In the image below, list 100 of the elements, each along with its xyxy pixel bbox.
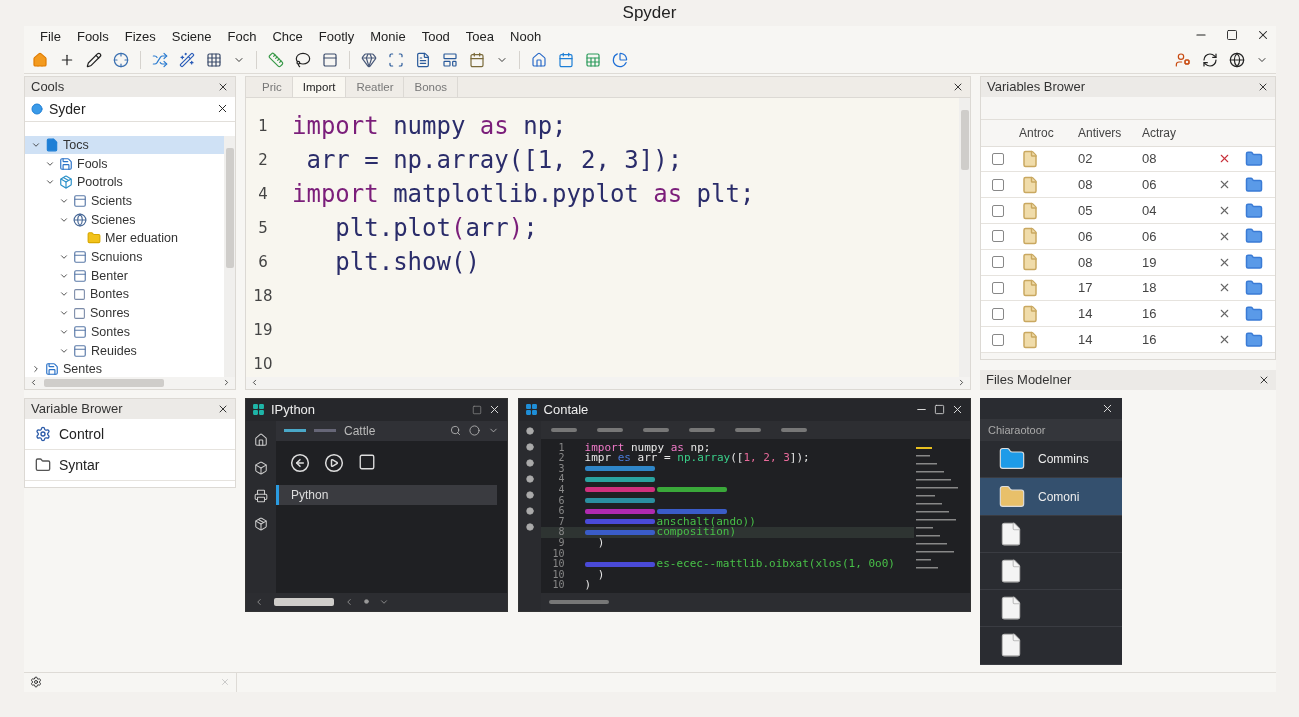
editor-tab[interactable]: Import — [292, 76, 347, 97]
package-icon[interactable] — [254, 516, 268, 531]
scroll-right-icon[interactable] — [222, 378, 231, 388]
restore-icon[interactable] — [471, 404, 482, 415]
tree-item[interactable]: Reuides — [25, 341, 224, 360]
toolbar-item-drawing[interactable] — [550, 427, 577, 432]
tree-item[interactable]: Sentes — [25, 359, 224, 379]
menu-item[interactable]: Footly — [310, 29, 363, 45]
wand-icon[interactable] — [179, 51, 195, 68]
globe-icon[interactable] — [1229, 51, 1245, 68]
printer-icon[interactable] — [254, 488, 268, 503]
menu-item[interactable]: Chce — [264, 29, 311, 45]
home-icon[interactable] — [531, 51, 547, 68]
folder-icon[interactable] — [1245, 253, 1263, 272]
spreadsheet-icon[interactable] — [585, 51, 601, 68]
expand-caret-icon[interactable] — [59, 196, 69, 206]
close-icon[interactable] — [1256, 28, 1270, 42]
checkbox[interactable] — [992, 256, 1004, 269]
list-item[interactable]: Syntar — [25, 449, 235, 481]
search-icon[interactable] — [449, 425, 461, 437]
folder-icon[interactable] — [1245, 227, 1263, 246]
play-icon[interactable] — [324, 452, 344, 473]
shuffle-icon[interactable] — [152, 51, 168, 68]
calendar-icon[interactable] — [558, 51, 574, 68]
checkbox[interactable] — [992, 153, 1004, 165]
tree-item[interactable]: Fools — [25, 154, 224, 173]
folder-icon[interactable] — [1245, 201, 1263, 220]
menu-item[interactable]: Nooh — [502, 29, 550, 45]
menu-item[interactable]: Monie — [362, 29, 414, 45]
editor-tab[interactable]: Reatler — [346, 76, 405, 97]
tree-item[interactable]: Bontes — [25, 285, 224, 304]
menu-item[interactable]: Foch — [219, 29, 265, 45]
column-header[interactable]: Antivers — [1078, 125, 1142, 140]
tree-item[interactable]: Scients — [25, 191, 224, 211]
editor-tab[interactable]: Bonos — [404, 76, 459, 97]
back-icon[interactable] — [290, 452, 310, 473]
menu-item[interactable]: File — [32, 29, 69, 45]
folder-icon[interactable] — [1245, 175, 1263, 194]
scroll-left-icon[interactable] — [250, 378, 259, 388]
window-icon[interactable] — [322, 51, 338, 68]
scroll-left-icon[interactable] — [254, 596, 264, 607]
layout-icon[interactable] — [442, 51, 458, 68]
panel-tab[interactable]: Syder — [49, 100, 86, 117]
file-list-item[interactable]: Comoni — [980, 478, 1122, 516]
folder-icon[interactable] — [1245, 150, 1263, 168]
column-header[interactable]: Antroc — [1013, 125, 1078, 140]
calendar-icon[interactable] — [469, 51, 485, 68]
tree-item[interactable]: Scnuions — [25, 247, 224, 267]
toolbar-item-drawing[interactable] — [688, 427, 715, 432]
menu-item[interactable]: Tood — [413, 29, 458, 45]
editor-tab[interactable]: Pric — [252, 76, 293, 97]
vertical-scrollbar[interactable] — [959, 97, 970, 377]
column-header[interactable]: Actray — [1142, 125, 1214, 140]
tree-item[interactable]: Benter — [25, 266, 224, 286]
menu-item[interactable]: Sciene — [163, 29, 220, 45]
checkbox[interactable] — [992, 178, 1004, 191]
menu-item[interactable]: Fools — [68, 29, 117, 45]
menu-item[interactable]: Fizes — [116, 29, 164, 45]
tree-item[interactable]: Sontes — [25, 322, 224, 342]
pencil-icon[interactable] — [86, 51, 102, 68]
checkbox[interactable] — [992, 204, 1004, 217]
refresh-icon[interactable] — [1202, 51, 1218, 68]
list-item[interactable]: Python — [276, 484, 497, 505]
maximize-icon[interactable] — [1226, 29, 1238, 41]
tree-item[interactable]: Pootrols — [25, 172, 224, 192]
lasso-icon[interactable] — [295, 51, 311, 68]
scroll-left-icon[interactable] — [29, 378, 38, 388]
document-icon[interactable] — [415, 51, 431, 68]
menu-item[interactable]: Toea — [457, 29, 503, 45]
toolbar-item-drawing[interactable] — [780, 427, 807, 432]
checkbox[interactable] — [992, 333, 1004, 346]
close-icon[interactable] — [1101, 402, 1114, 415]
tree-item[interactable]: Scienes — [25, 210, 224, 230]
tab-label[interactable]: Cattle — [344, 423, 376, 438]
tree-item[interactable]: Tocs — [25, 135, 224, 155]
toolbar-item-drawing[interactable] — [642, 427, 669, 432]
tree-item[interactable]: Mer eduation — [25, 229, 224, 248]
ruler-icon[interactable] — [268, 51, 284, 68]
tree-item[interactable]: Sonres — [25, 303, 224, 323]
checkbox[interactable] — [992, 307, 1004, 320]
checkbox[interactable] — [992, 281, 1004, 294]
horizontal-scrollbar[interactable] — [25, 376, 235, 389]
folder-icon[interactable] — [1245, 304, 1263, 323]
scan-icon[interactable] — [388, 51, 404, 68]
diamond-icon[interactable] — [361, 51, 377, 68]
toolbar-item-drawing[interactable] — [734, 427, 761, 432]
tab-indicator[interactable] — [284, 429, 306, 433]
pie-chart-icon[interactable] — [612, 51, 628, 68]
horizontal-scrollbar[interactable] — [246, 592, 507, 611]
list-item[interactable]: Control — [25, 418, 235, 450]
checkbox[interactable] — [992, 230, 1004, 243]
user-icon[interactable] — [1175, 51, 1191, 68]
scroll-right-icon[interactable] — [957, 378, 966, 388]
scroll-left-icon[interactable] — [344, 596, 354, 607]
crosshair-icon[interactable] — [113, 51, 129, 68]
folder-icon[interactable] — [1245, 278, 1263, 297]
circle-icon[interactable] — [468, 425, 480, 437]
toolbar-item-drawing[interactable] — [596, 427, 623, 432]
dot-icon[interactable] — [364, 599, 369, 605]
folder-icon[interactable] — [1245, 330, 1263, 349]
